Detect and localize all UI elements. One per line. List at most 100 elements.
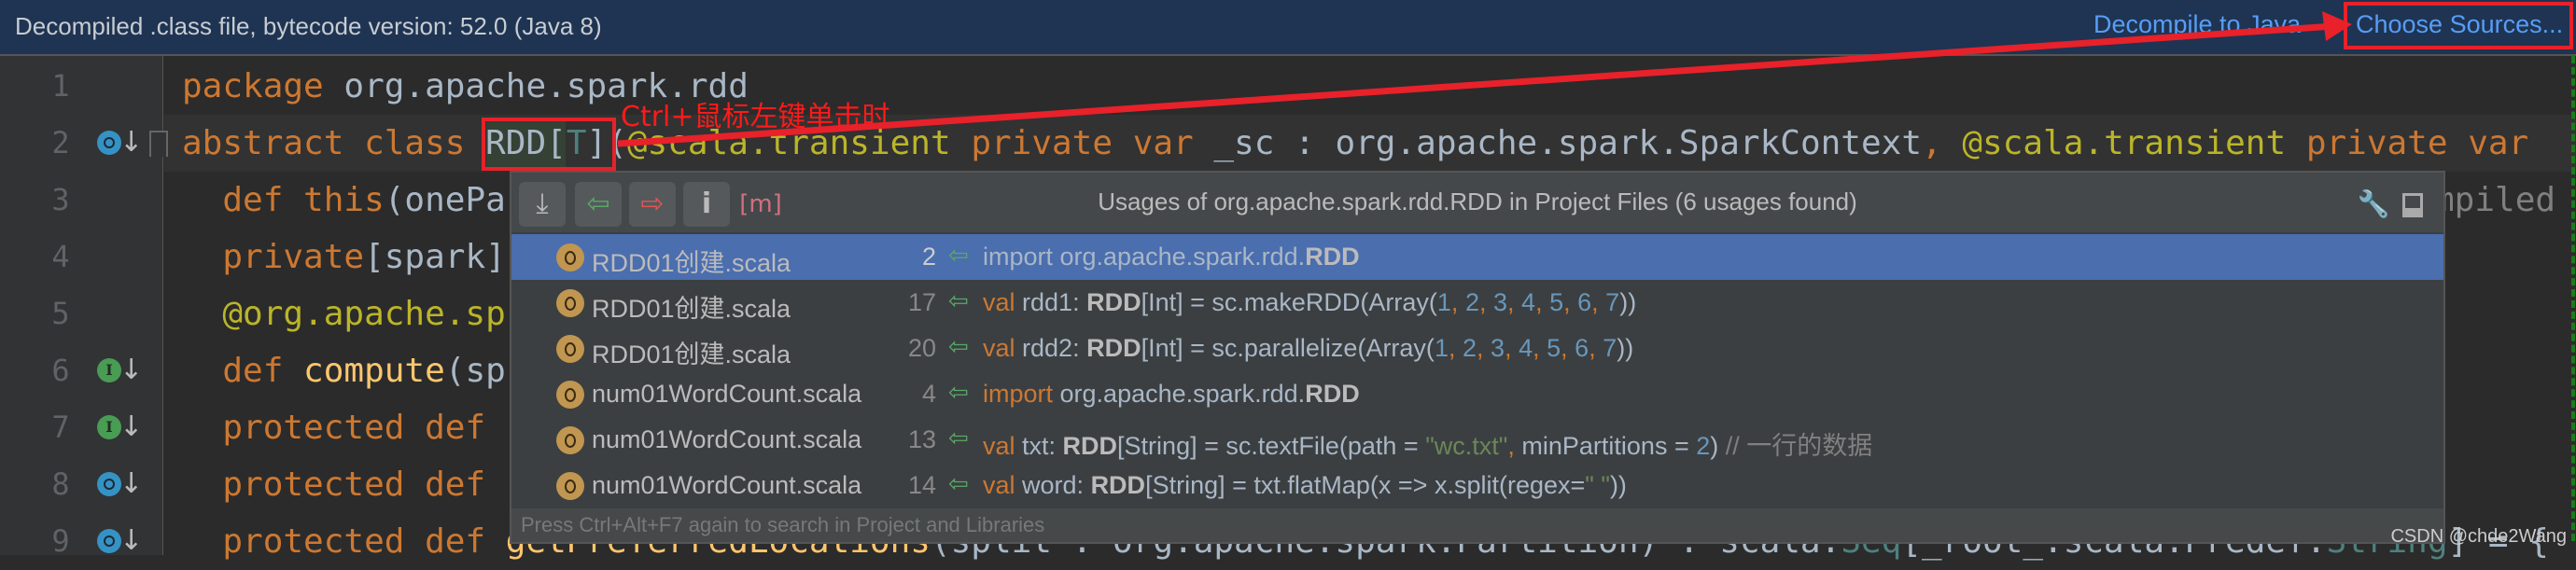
code-line: def this(onePa mpiled	[182, 172, 2555, 229]
code-token: @scala.transient	[1962, 124, 2287, 162]
code-token: ,	[1507, 432, 1522, 460]
info-icon[interactable]: i	[683, 182, 730, 227]
code-token: org.apache.spark.rdd.	[1059, 380, 1306, 408]
code-token: package	[182, 67, 344, 105]
usage-code: val word: RDD[String] = txt.flatMap(x =>…	[983, 471, 1627, 500]
usage-row[interactable]: RDD01创建.scala 20 ⇦ val rdd2: RDD[Int] = sc.…	[511, 326, 2443, 371]
code-token: )	[1710, 432, 1726, 460]
usage-arrow-icon: ⇦	[948, 469, 969, 497]
arrow-down-icon: ↓	[119, 354, 144, 386]
code-token: ,	[1591, 288, 1606, 316]
arrow-down-icon: ↓	[119, 126, 144, 159]
code-token: ,	[1450, 288, 1465, 316]
popup-toolbar: ⤓ ⇦ ⇨ i [m] Usages of org.apache.spark.r…	[511, 173, 2443, 232]
usage-line-number: 14	[907, 471, 936, 499]
code-token: val	[983, 471, 1023, 499]
code-token: ,	[1477, 334, 1491, 362]
arrow-down-icon: ↓	[119, 410, 144, 443]
line-number: 9	[51, 523, 70, 559]
usage-row[interactable]: num01WordCount.scala 4 ⇦ import org.apache.…	[511, 371, 2443, 417]
code-token: abstract class	[182, 124, 486, 162]
code-token: txt:	[1022, 432, 1063, 460]
usage-file-name: num01WordCount.scala	[592, 425, 862, 453]
fold-marker-icon[interactable]	[149, 131, 168, 157]
code-token: [spark]	[364, 238, 506, 276]
code-token: 5	[1547, 334, 1561, 362]
code-line: def compute(sp	[182, 342, 506, 399]
code-token: ))	[1619, 288, 1637, 316]
code-token: [Int] = sc.makeRDD(Array(	[1141, 288, 1437, 316]
usage-arrow-icon: ⇦	[948, 378, 969, 406]
code-token: 3	[1491, 334, 1505, 362]
code-token: @org.apache.sp	[182, 295, 506, 333]
code-token: [String] = sc.textFile(path =	[1117, 432, 1426, 460]
overridden-icon[interactable]	[97, 529, 121, 553]
code-token: RDD	[1305, 243, 1360, 271]
code-line: protected def	[182, 456, 485, 513]
code-token: 6	[1577, 288, 1592, 316]
usage-file-name: RDD01创建.scala	[592, 341, 791, 368]
code-line: private[spark]	[182, 229, 506, 285]
usage-row[interactable]: RDD01创建.scala 17 ⇦ val rdd1: RDD[Int] = sc.…	[511, 280, 2443, 326]
code-token: RDD	[1090, 471, 1146, 499]
scala-object-icon	[556, 472, 584, 500]
usage-code: val txt: RDD[String] = sc.textFile(path …	[983, 425, 1872, 462]
code-token: import	[983, 380, 1060, 408]
code-token: (onePa	[384, 181, 506, 219]
code-token: RDD	[1086, 334, 1141, 362]
code-token: ,	[1922, 124, 1963, 162]
code-token: [String] = txt.flatMap(x => x.split(rege…	[1145, 471, 1586, 499]
code-token: RDD	[1062, 432, 1118, 460]
overridden-icon[interactable]	[97, 131, 121, 155]
code-token: 4	[1521, 288, 1536, 316]
code-token: 7	[1605, 288, 1620, 316]
code-token: (sp	[444, 352, 506, 390]
previous-usage-icon[interactable]: ⇦	[575, 182, 622, 227]
code-token: // 一行的数据	[1725, 432, 1873, 460]
usage-row[interactable]: RDD01创建.scala 2 ⇦ import org.apache.spark.r…	[511, 234, 2443, 280]
next-usage-icon[interactable]: ⇨	[629, 182, 676, 227]
implemented-icon[interactable]: I	[97, 358, 121, 382]
code-token: import org.apache.spark.rdd.	[983, 243, 1306, 271]
code-token: word:	[1022, 471, 1091, 499]
usage-line-number: 2	[921, 243, 936, 271]
module-icon[interactable]: [m]	[737, 182, 784, 227]
code-token: ))	[1609, 471, 1627, 499]
merge-usages-icon[interactable]: ⤓	[519, 182, 566, 227]
code-token: ,	[1589, 334, 1603, 362]
usages-popup: ⤓ ⇦ ⇨ i [m] Usages of org.apache.spark.r…	[510, 171, 2445, 544]
code-token: 4	[1519, 334, 1533, 362]
code-token: protected def	[182, 409, 486, 447]
implemented-icon[interactable]: I	[97, 415, 121, 439]
code-token: ,	[1478, 288, 1493, 316]
line-number: 5	[51, 296, 70, 331]
code-token: 7	[1603, 334, 1617, 362]
code-token: 2	[1464, 288, 1479, 316]
code-token: ,	[1507, 288, 1522, 316]
code-token: _sc : org.apache.spark.SparkContext	[1213, 124, 1922, 162]
usage-arrow-icon: ⇦	[948, 241, 969, 269]
code-token: [Int] = sc.parallelize(Array(	[1141, 334, 1435, 362]
usage-row[interactable]: num01WordCount.scala 13 ⇦ val txt: RDD[Stri…	[511, 417, 2443, 463]
code-token: rdd2:	[1022, 334, 1087, 362]
code-token: 5	[1549, 288, 1564, 316]
scala-object-icon	[556, 426, 584, 454]
banner-message: Decompiled .class file, bytecode version…	[15, 12, 602, 40]
arrow-down-icon: ↓	[119, 467, 144, 500]
line-number: 3	[51, 182, 70, 217]
usage-arrow-icon: ⇦	[948, 332, 969, 360]
open-in-find-window-icon[interactable]	[2389, 182, 2436, 227]
code-token: mpiled	[2434, 181, 2556, 219]
usage-row[interactable]: num01WordCount.scala 14 ⇦ val word: RDD[Str…	[511, 463, 2443, 508]
code-token: protected def	[182, 466, 486, 504]
change-markers	[2571, 56, 2575, 541]
usage-line-number: 20	[907, 334, 936, 362]
code-token: RDD	[1086, 288, 1141, 316]
annotation-box-choose-sources	[2344, 2, 2573, 49]
code-token: rdd1:	[1022, 288, 1087, 316]
code-token: ,	[1533, 334, 1547, 362]
code-token: val	[983, 334, 1023, 362]
line-number: 8	[51, 466, 70, 502]
decompile-to-java-link[interactable]: Decompile to Java	[2093, 10, 2301, 39]
overridden-icon[interactable]	[97, 472, 121, 496]
